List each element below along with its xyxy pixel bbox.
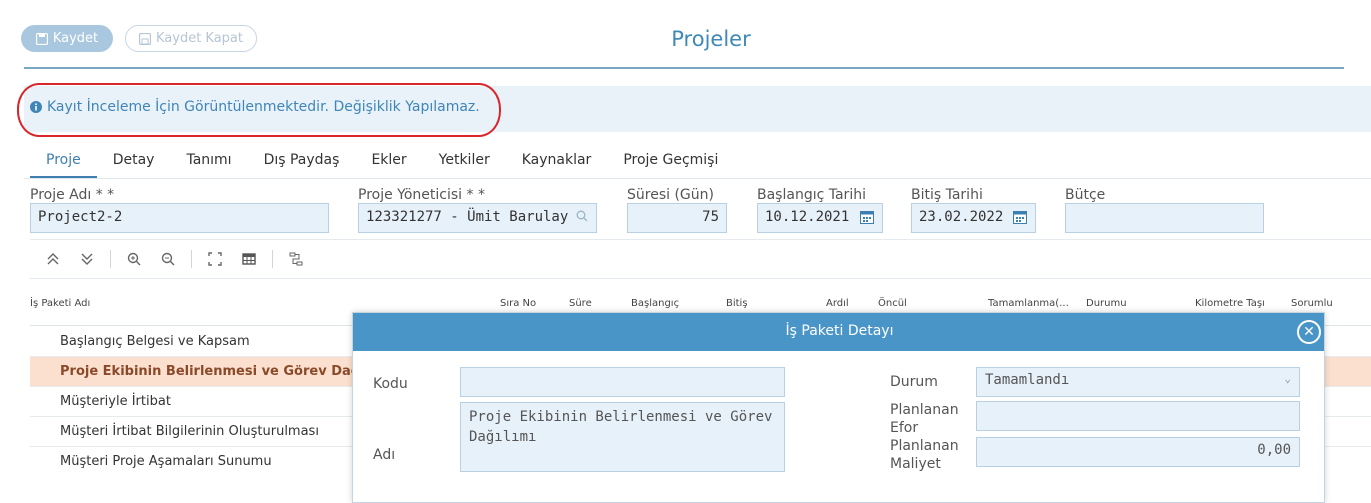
durum-label: Durum	[890, 374, 938, 390]
column-header-sira-no[interactable]: Sıra No	[500, 298, 536, 309]
grid-toolbar	[42, 248, 307, 270]
zoom-out-icon[interactable]	[157, 248, 179, 270]
zoom-in-icon[interactable]	[123, 248, 145, 270]
column-header-sorumlu[interactable]: Sorumlu	[1291, 298, 1333, 309]
proje-adi-label: Proje Adı * *	[30, 187, 115, 203]
bitis-value: 23.02.2022	[919, 209, 1004, 225]
kodu-field[interactable]	[460, 367, 785, 397]
column-header-durumu[interactable]: Durumu	[1086, 298, 1127, 309]
annotation-highlight	[17, 83, 501, 137]
column-header-tamamlanma[interactable]: Tamamlanma(...	[988, 298, 1069, 309]
table-icon[interactable]	[238, 248, 260, 270]
tab-detay[interactable]: Detay	[97, 150, 171, 178]
row-name: Müşteriyle İrtibat	[60, 394, 171, 409]
yonetici-label: Proje Yöneticisi * *	[358, 187, 485, 203]
chevron-down-icon: ⌄	[1284, 372, 1291, 385]
dependency-icon[interactable]	[285, 248, 307, 270]
page-title: Projeler	[671, 27, 751, 51]
dialog-header: İş Paketi Detayı ✕	[353, 313, 1324, 351]
suresi-value: 75	[702, 209, 719, 225]
bitis-label: Bitiş Tarihi	[911, 187, 983, 203]
durum-select[interactable]: Tamamlandı ⌄	[976, 367, 1300, 397]
butce-label: Bütçe	[1065, 187, 1106, 203]
efor-field[interactable]	[976, 401, 1300, 431]
tab-ekler[interactable]: Ekler	[355, 150, 422, 178]
maliyet-label: Planlanan Maliyet	[890, 438, 959, 472]
tab-kaynaklar[interactable]: Kaynaklar	[506, 150, 608, 178]
calendar-icon[interactable]	[1013, 210, 1027, 224]
baslangic-field[interactable]: 10.12.2021	[757, 203, 883, 233]
column-header-baslangic[interactable]: Başlangıç	[631, 298, 679, 309]
adi-field[interactable]: Proje Ekibinin Belirlenmesi ve Görev Dağ…	[460, 402, 785, 472]
kodu-label: Kodu	[373, 376, 408, 392]
column-header-oncul[interactable]: Öncül	[878, 298, 907, 309]
tab-bar: Proje Detay Tanımı Dış Paydaş Ekler Yetk…	[30, 150, 734, 178]
row-name: Başlangıç Belgesi ve Kapsam	[60, 334, 250, 349]
expand-all-icon[interactable]	[76, 248, 98, 270]
tab-proje[interactable]: Proje	[30, 150, 97, 178]
row-name: Müşteri Proje Aşamaları Sunumu	[60, 454, 272, 469]
grid-header-top-divider	[30, 278, 1371, 279]
close-icon[interactable]: ✕	[1297, 320, 1321, 344]
row-name: Proje Ekibinin Belirlenmesi ve Görev Dağ…	[60, 364, 392, 379]
tabs-divider	[24, 178, 1371, 179]
column-header-kilometre-tasi[interactable]: Kilometre Taşı	[1195, 298, 1265, 309]
calendar-icon[interactable]	[860, 210, 874, 224]
tab-yetkiler[interactable]: Yetkiler	[423, 150, 506, 178]
durum-value: Tamamlandı	[985, 372, 1070, 388]
column-header-ardil[interactable]: Ardıl	[826, 298, 849, 309]
tab-tanimi[interactable]: Tanımı	[170, 150, 247, 178]
column-header-is-paketi-adi[interactable]: İş Paketi Adı	[30, 298, 90, 309]
maliyet-value: 0,00	[1257, 442, 1291, 458]
yonetici-value: 123321277 - Ümit Barulay	[366, 209, 569, 225]
toolbar-separator	[191, 250, 192, 268]
adi-label: Adı	[373, 447, 396, 463]
baslangic-value: 10.12.2021	[765, 209, 850, 225]
suresi-label: Süresi (Gün)	[627, 187, 714, 203]
title-divider	[24, 67, 1344, 69]
yonetici-field[interactable]: 123321277 - Ümit Barulay	[358, 203, 597, 233]
efor-label: Planlanan Efor	[890, 402, 959, 436]
bitis-field[interactable]: 23.02.2022	[911, 203, 1036, 233]
maliyet-field[interactable]: 0,00	[976, 437, 1300, 467]
tab-dis-paydas[interactable]: Dış Paydaş	[248, 150, 356, 178]
tab-proje-gecmisi[interactable]: Proje Geçmişi	[607, 150, 734, 178]
column-header-sure[interactable]: Süre	[569, 298, 592, 309]
work-package-detail-dialog: İş Paketi Detayı ✕ Kodu Adı Proje Ekibin…	[352, 312, 1325, 503]
column-header-bitis[interactable]: Bitiş	[726, 298, 748, 309]
dialog-title: İş Paketi Detayı	[785, 323, 894, 339]
proje-adi-field[interactable]: Project2-2	[30, 203, 329, 233]
row-name: Müşteri İrtibat Bilgilerinin Oluşturulma…	[60, 424, 319, 439]
search-icon[interactable]	[576, 210, 588, 222]
toolbar-separator	[110, 250, 111, 268]
toolbar-separator	[272, 250, 273, 268]
collapse-all-icon[interactable]	[42, 248, 64, 270]
proje-adi-value: Project2-2	[38, 209, 123, 225]
butce-field[interactable]	[1065, 203, 1264, 233]
suresi-field[interactable]: 75	[627, 203, 727, 233]
fullscreen-icon[interactable]	[204, 248, 226, 270]
baslangic-label: Başlangıç Tarihi	[757, 187, 866, 203]
top-toolbar: Kaydet Kaydet Kapat Projeler	[0, 0, 1371, 70]
grid-top-divider	[30, 239, 1371, 240]
adi-value: Proje Ekibinin Belirlenmesi ve Görev Dağ…	[469, 409, 773, 445]
